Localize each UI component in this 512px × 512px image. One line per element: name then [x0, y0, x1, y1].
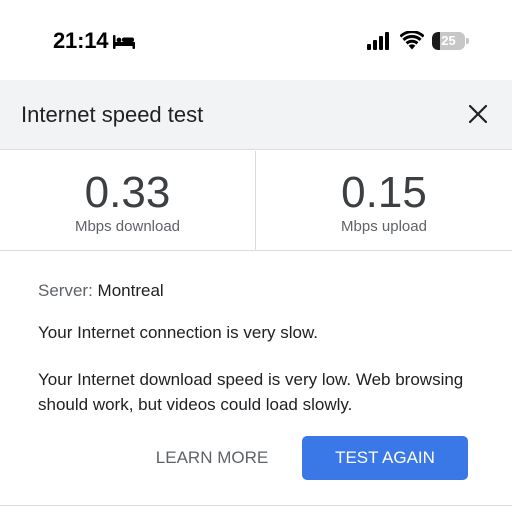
download-result: 0.33 Mbps download [0, 151, 256, 250]
cellular-signal-icon [367, 32, 389, 50]
wifi-icon [400, 31, 424, 50]
download-speed-value: 0.33 [84, 168, 171, 217]
server-value: Montreal [97, 281, 164, 300]
close-button[interactable] [462, 98, 494, 130]
status-bar: 21:14 25 [0, 0, 512, 80]
status-time: 21:14 [53, 28, 109, 53]
upload-result: 0.15 Mbps upload [256, 151, 512, 250]
battery-percentage: 25 [441, 33, 456, 48]
close-icon [468, 104, 488, 124]
bottom-divider [0, 505, 512, 506]
bed-icon [113, 35, 135, 49]
battery-cap [466, 38, 469, 44]
dialog-header: Internet speed test [0, 80, 512, 150]
dialog-title: Internet speed test [21, 102, 204, 127]
speed-detail-message: Your Internet download speed is very low… [38, 370, 464, 414]
download-speed-unit: Mbps download [74, 218, 181, 235]
test-again-button[interactable]: TEST AGAIN [302, 436, 468, 480]
speed-test-screen: 21:14 25 Internet speed test 0.33 Mbps d… [0, 0, 512, 512]
server-label: Server: [38, 281, 93, 300]
battery-body: 25 [432, 32, 465, 50]
learn-more-button[interactable]: LEARN MORE [144, 437, 280, 479]
connection-status-message: Your Internet connection is very slow. [38, 323, 319, 342]
upload-speed-unit: Mbps upload [341, 218, 427, 235]
battery-icon: 25 [432, 31, 470, 51]
server-info: Server: Montreal [38, 281, 164, 301]
upload-speed-value: 0.15 [341, 168, 427, 217]
speed-results: 0.33 Mbps download 0.15 Mbps upload [0, 151, 512, 251]
